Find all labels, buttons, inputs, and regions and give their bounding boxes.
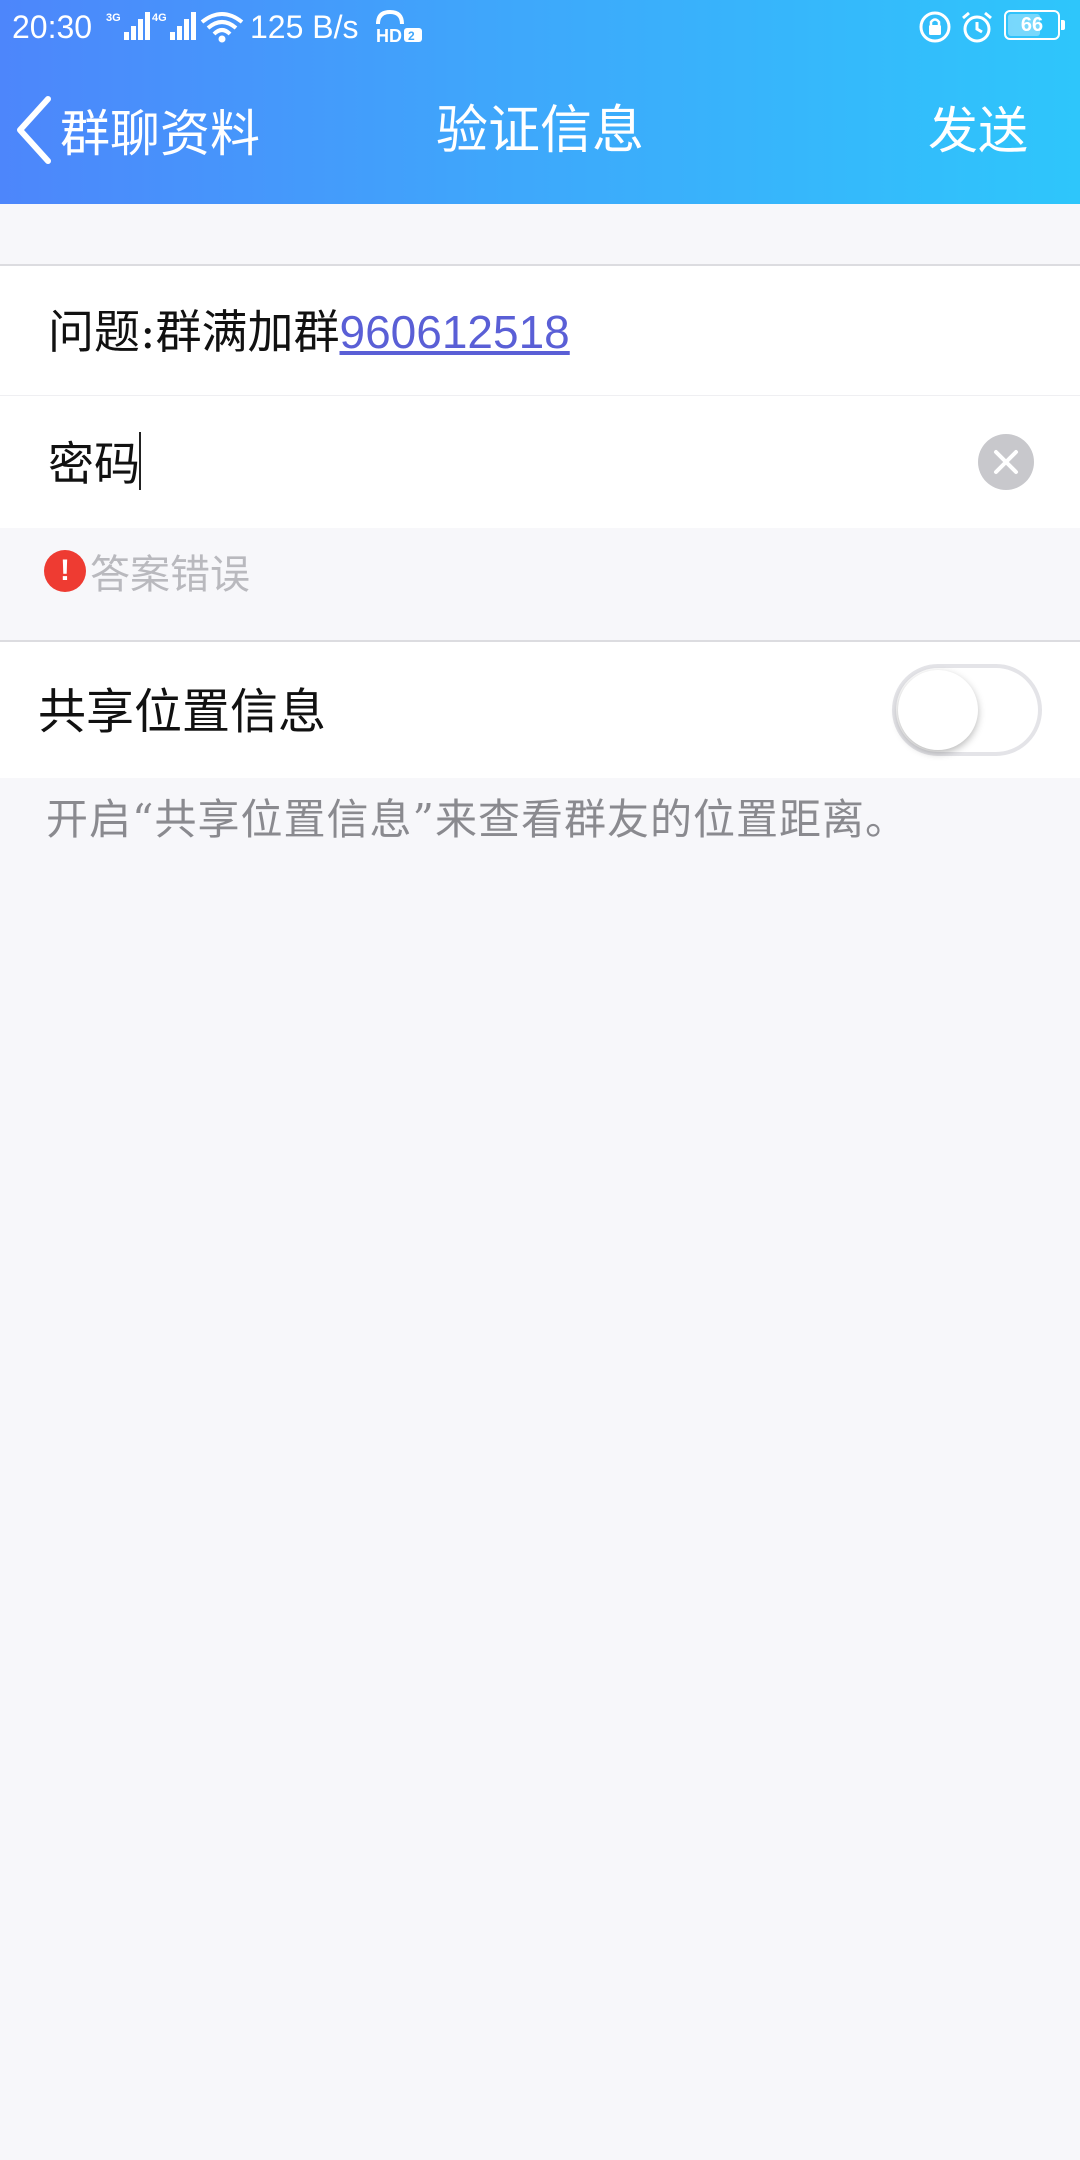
alarm-icon	[962, 11, 992, 43]
hd-sub-label: 2	[408, 29, 415, 43]
chevron-left-icon	[17, 96, 51, 164]
signal-4g-label: 4G	[152, 12, 167, 24]
signal-3g-icon: 3G	[106, 12, 150, 40]
hd-volte-icon: HD 2	[376, 10, 422, 44]
signal-3g-label: 3G	[106, 12, 121, 24]
wifi-icon	[200, 12, 244, 43]
battery-level: 66	[1020, 14, 1044, 36]
send-button[interactable]: 发送	[928, 96, 1028, 166]
screen: 20:30 3G 4G 125 B/s HD 2 66 群聊资料 验证信息 发送…	[0, 0, 1080, 2160]
navigation-header: 群聊资料 验证信息 发送	[0, 56, 1080, 204]
answer-row	[0, 396, 1080, 528]
battery-icon: 66	[1004, 10, 1065, 40]
hd-label: HD	[376, 26, 402, 44]
group-number-link[interactable]: 960612518	[340, 306, 570, 358]
share-location-label: 共享位置信息	[38, 684, 327, 740]
network-speed: 125 B/s	[250, 9, 359, 45]
close-icon	[994, 450, 1018, 474]
answer-input[interactable]	[48, 426, 928, 496]
signal-4g-icon: 4G	[152, 12, 196, 40]
share-location-row: 共享位置信息	[0, 640, 1080, 778]
question-prefix: 问题:群满加群	[48, 305, 340, 359]
status-time: 20:30	[12, 9, 93, 45]
error-message: ! 答案错误	[44, 546, 250, 598]
page-title: 验证信息	[435, 101, 644, 161]
text-caret	[139, 432, 141, 490]
back-label: 群聊资料	[60, 105, 260, 163]
status-bar: 20:30 3G 4G 125 B/s HD 2 66	[0, 0, 1080, 56]
clear-input-button[interactable]	[978, 434, 1034, 490]
error-alert-icon: !	[44, 550, 86, 592]
toggle-knob	[898, 670, 978, 750]
error-text: 答案错误	[90, 552, 250, 598]
question-text: 问题:群满加群960612518	[48, 302, 570, 362]
share-location-toggle[interactable]	[892, 664, 1042, 756]
question-row: 问题:群满加群960612518	[0, 264, 1080, 396]
lock-rotation-icon	[919, 11, 951, 43]
share-location-hint: 开启“共享位置信息”来查看群友的位置距离。	[46, 795, 908, 844]
back-button[interactable]: 群聊资料	[14, 92, 260, 168]
